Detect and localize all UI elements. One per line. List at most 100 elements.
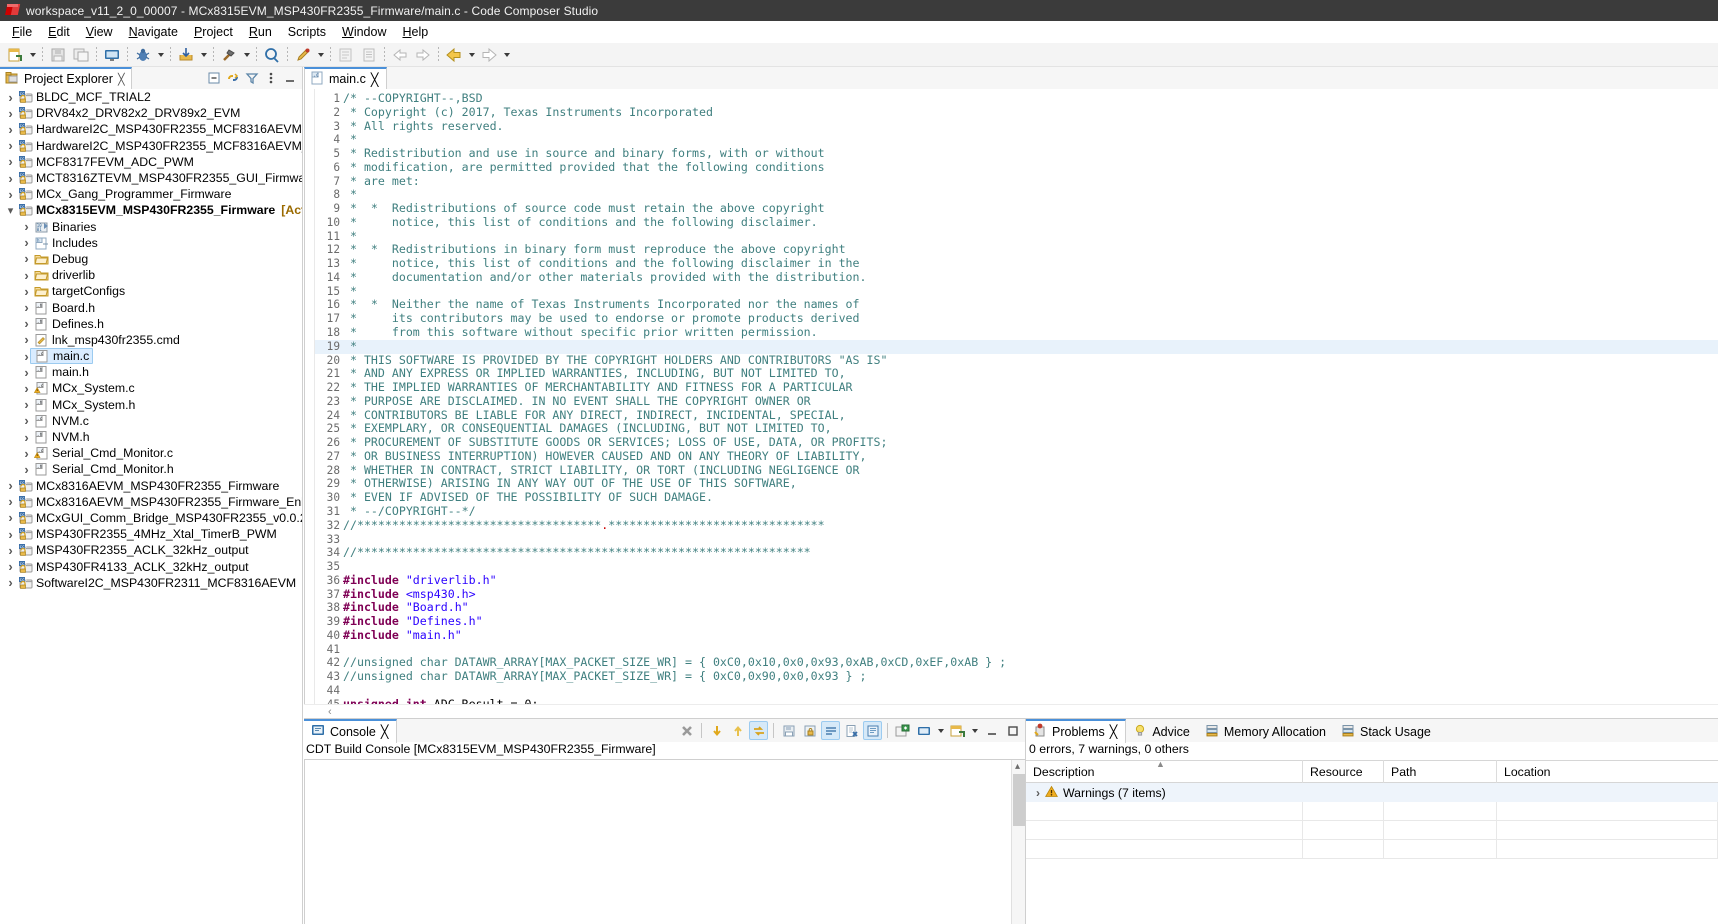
tree-item-mcx8316aevm-msp430fr2355-firmware-enhanced[interactable]: ccsMCx8316AEVM_MSP430FR2355_Firmware_Enh… <box>0 494 302 510</box>
chevron-right-icon[interactable] <box>20 284 33 299</box>
code-text[interactable]: * <box>341 230 357 244</box>
console-vertical-scrollbar[interactable] <box>1011 760 1025 924</box>
console-dropdown-caret[interactable] <box>935 720 946 742</box>
debug-icon[interactable] <box>132 44 154 66</box>
column-header-resource[interactable]: Resource <box>1303 760 1384 783</box>
scroll-lock-icon[interactable] <box>749 721 768 740</box>
tree-item-main-c[interactable]: .cmain.c <box>0 348 302 364</box>
chevron-right-icon[interactable] <box>4 138 17 153</box>
tree-item-hardwarei2c-msp430fr2355-mcf8316aevm[interactable]: ccsHardwareI2C_MSP430FR2355_MCF8316AEVM <box>0 121 302 137</box>
code-text[interactable]: #include "Board.h" <box>341 601 469 615</box>
chevron-right-icon[interactable] <box>4 171 17 186</box>
chevron-right-icon[interactable] <box>4 494 17 509</box>
code-text[interactable] <box>341 533 343 547</box>
chevron-right-icon[interactable] <box>20 300 33 315</box>
minimize-icon[interactable] <box>982 721 1001 740</box>
code-text[interactable] <box>341 643 343 657</box>
code-text[interactable]: * * Redistributions of source code must … <box>341 202 825 216</box>
code-text[interactable]: * THE IMPLIED WARRANTIES OF MERCHANTABIL… <box>341 381 853 395</box>
code-text[interactable]: * <box>341 340 357 354</box>
chevron-right-icon[interactable] <box>20 268 33 283</box>
build-hammer-icon[interactable] <box>218 44 240 66</box>
code-text[interactable]: * <box>341 285 357 299</box>
tree-item-defines-h[interactable]: .hDefines.h <box>0 316 302 332</box>
scroll-down-icon[interactable] <box>707 721 726 740</box>
tree-item-nvm-c[interactable]: .cNVM.c <box>0 413 302 429</box>
tree-item-driverlib[interactable]: driverlib <box>0 267 302 283</box>
code-text[interactable]: * its contributors may be used to endors… <box>341 312 860 326</box>
tree-item-mcx-system-h[interactable]: .hMCx_System.h <box>0 397 302 413</box>
code-text[interactable]: #include "main.h" <box>341 629 462 643</box>
editor-horizontal-scrollbar[interactable]: ‹ <box>304 704 1718 718</box>
tree-item-mct8316ztevm-msp430fr2355-gui-firmware[interactable]: ccsMCT8316ZTEVM_MSP430FR2355_GUI_Firmwar… <box>0 170 302 186</box>
scroll-up-icon[interactable] <box>728 721 747 740</box>
tree-item-bldc-mcf-trial2[interactable]: ccsBLDC_MCF_TRIAL2 <box>0 89 302 105</box>
run-dropdown-caret[interactable] <box>315 44 326 66</box>
import-icon[interactable] <box>175 44 197 66</box>
menu-edit[interactable]: Edit <box>40 23 78 41</box>
menu-navigate[interactable]: Navigate <box>121 23 186 41</box>
code-text[interactable]: * notice, this list of conditions and th… <box>341 216 818 230</box>
chevron-right-icon[interactable] <box>4 559 17 574</box>
view-menu-icon[interactable] <box>263 70 279 86</box>
tab-main-c[interactable]: .c main.c ╳ <box>304 67 387 89</box>
wrap-text-icon[interactable] <box>821 721 840 740</box>
chevron-right-icon[interactable] <box>20 462 33 477</box>
tree-item-targetconfigs[interactable]: targetConfigs <box>0 283 302 299</box>
code-text[interactable]: #include "driverlib.h" <box>341 574 497 588</box>
chevron-right-icon[interactable] <box>20 381 33 396</box>
table-row[interactable]: › Warnings (7 items) <box>1026 783 1718 802</box>
code-text[interactable]: * Redistribution and use in source and b… <box>341 147 825 161</box>
chevron-right-icon[interactable]: › <box>1036 786 1040 800</box>
code-text[interactable]: #include <msp430.h> <box>341 588 476 602</box>
import-dropdown-caret[interactable] <box>198 44 209 66</box>
chevron-right-icon[interactable] <box>20 446 33 461</box>
tree-item-mcf8317fevm-adc-pwm[interactable]: ccsMCF8317FEVM_ADC_PWM <box>0 154 302 170</box>
chevron-right-icon[interactable] <box>20 430 33 445</box>
code-text[interactable]: * PROCUREMENT OF SUBSTITUTE GOODS OR SER… <box>341 436 887 450</box>
tab-problems[interactable]: Problems ╳ <box>1026 719 1126 743</box>
chevron-right-icon[interactable] <box>4 478 17 493</box>
code-text[interactable]: * All rights reserved. <box>341 120 504 134</box>
tree-item-board-h[interactable]: .hBoard.h <box>0 299 302 315</box>
code-text[interactable] <box>341 560 343 574</box>
console-output[interactable] <box>304 759 1025 924</box>
link-with-editor-icon[interactable] <box>225 70 241 86</box>
tree-item-mcx8315evm-msp430fr2355-firmware[interactable]: ccsMCx8315EVM_MSP430FR2355_Firmware[Acti… <box>0 202 302 218</box>
chevron-right-icon[interactable] <box>20 332 33 347</box>
open-console-icon[interactable] <box>893 721 912 740</box>
tree-item-msp430fr2355-4mhz-xtal-timerb-pwm[interactable]: ccsMSP430FR2355_4MHz_Xtal_TimerB_PWM <box>0 526 302 542</box>
code-text[interactable]: //**************************************… <box>341 546 811 560</box>
tab-console[interactable]: Console ╳ <box>304 719 397 743</box>
code-text[interactable]: * AND ANY EXPRESS OR IMPLIED WARRANTIES,… <box>341 367 846 381</box>
tab-advice[interactable]: Advice <box>1126 719 1198 743</box>
code-text[interactable]: //unsigned char DATAWR_ARRAY[MAX_PACKET_… <box>341 656 1006 670</box>
chevron-right-icon[interactable] <box>4 543 17 558</box>
pin-console-icon[interactable] <box>863 721 882 740</box>
scroll-left-icon[interactable]: ‹ <box>328 706 332 718</box>
tree-item-mcx8316aevm-msp430fr2355-firmware[interactable]: ccsMCx8316AEVM_MSP430FR2355_Firmware <box>0 478 302 494</box>
chevron-right-icon[interactable] <box>20 365 33 380</box>
chevron-right-icon[interactable] <box>20 219 33 234</box>
code-text[interactable]: * OTHERWISE) ARISING IN ANY WAY OUT OF T… <box>341 477 797 491</box>
chevron-right-icon[interactable] <box>20 251 33 266</box>
code-text[interactable]: * * Redistributions in binary form must … <box>341 243 846 257</box>
run-icon[interactable] <box>292 44 314 66</box>
tree-item-msp430fr2355-aclk-32khz-output[interactable]: ccsMSP430FR2355_ACLK_32kHz_output <box>0 542 302 558</box>
close-icon[interactable]: ╳ <box>371 72 379 87</box>
scrollbar-thumb[interactable] <box>1013 774 1025 826</box>
code-text[interactable]: * from this software without specific pr… <box>341 326 818 340</box>
tab-stack-usage[interactable]: Stack Usage <box>1334 719 1439 743</box>
back-yellow-icon[interactable] <box>443 44 465 66</box>
code-area[interactable]: 1/* --COPYRIGHT--,BSD2 * Copyright (c) 2… <box>315 89 1718 718</box>
column-header-description[interactable]: Description ▲ <box>1026 760 1303 783</box>
tree-item-mcx-gang-programmer-firmware[interactable]: ccsMCx_Gang_Programmer_Firmware <box>0 186 302 202</box>
code-text[interactable]: * EVEN IF ADVISED OF THE POSSIBILITY OF … <box>341 491 713 505</box>
code-text[interactable]: * notice, this list of conditions and th… <box>341 257 860 271</box>
code-text[interactable]: * * Neither the name of Texas Instrument… <box>341 298 860 312</box>
menu-view[interactable]: View <box>78 23 121 41</box>
code-text[interactable]: * THIS SOFTWARE IS PROVIDED BY THE COPYR… <box>341 354 887 368</box>
search-icon[interactable] <box>261 44 283 66</box>
menu-file[interactable]: File <box>4 23 40 41</box>
chevron-right-icon[interactable] <box>4 122 17 137</box>
